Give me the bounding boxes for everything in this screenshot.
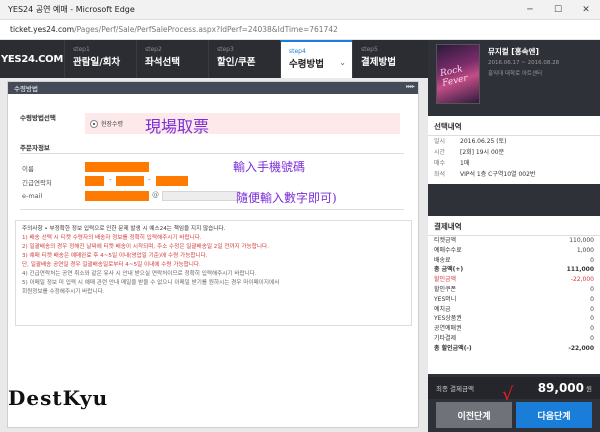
step-label: 관람일/회차 xyxy=(73,57,121,68)
receive-method-label: 수령방법선택 xyxy=(20,114,56,122)
notice-line: 회원정보를 수정해주시기 바랍니다. xyxy=(22,289,105,295)
name-label: 이름 xyxy=(22,165,34,173)
email-domain-field[interactable] xyxy=(162,191,240,201)
order-summary: Rock Fever 뮤지컬 [홍속엔] 2016.06.17 ~ 2016.0… xyxy=(428,40,600,432)
selection-row: 매수 1매 xyxy=(434,160,470,167)
payment-row: 할인금액 -22,000 xyxy=(434,276,594,284)
minimize-icon[interactable]: ─ xyxy=(516,0,544,20)
panel-header: 수령방법 ▸▸▸▸ xyxy=(8,82,418,94)
address-bar[interactable]: ticket.yes24.com/Pages/Perf/Sale/PerfSal… xyxy=(0,20,600,40)
step-3-tab[interactable]: step3 할인/쿠폰 xyxy=(208,40,280,78)
payment-row: 할인쿠폰 0 xyxy=(434,285,594,293)
window-titlebar: YES24 공연 예매 - Microsoft Edge ─ ☐ ✕ xyxy=(0,0,600,20)
payment-row: YES머니 0 xyxy=(434,295,594,303)
show-title: 뮤지컬 [홍속엔] xyxy=(488,47,539,56)
divider xyxy=(20,153,404,154)
url-host: ticket.yes24.com xyxy=(10,25,75,34)
yes24-logo[interactable]: YES24.COM xyxy=(0,40,64,78)
watermark: DestKyu xyxy=(8,386,109,410)
orderer-info-label: 주문자정보 xyxy=(20,144,50,152)
notice-line: 1) 배송 선택 시 티켓 수령자의 배송자 정보를 정확히 입력해주시기 바랍… xyxy=(22,235,202,241)
annotation-pickup: 現場取票 xyxy=(145,117,210,136)
poster-title: Rock Fever xyxy=(439,64,469,89)
payment-row: 배송료 0 xyxy=(434,256,594,264)
payment-row: 공연예매권 0 xyxy=(434,325,594,333)
chevron-down-icon: ⌄ xyxy=(339,58,346,67)
payment-row: 티켓금액 110,000 xyxy=(434,237,594,244)
panel-title: 수령방법 xyxy=(14,85,38,93)
payment-row: 총 할인금액(-) -22,000 xyxy=(434,344,594,352)
show-venue: 홍익대 대학로 아트센터 xyxy=(488,71,543,77)
dash: - xyxy=(109,176,112,184)
final-amount-bar: 최종 결제금액 89,000 원 xyxy=(428,377,600,399)
receive-option-label: 현장수령 xyxy=(101,121,124,128)
close-icon[interactable]: ✕ xyxy=(572,0,600,20)
annotation-phone: 輸入手機號碼 xyxy=(233,160,306,174)
selection-row: 좌석 VIP석 1층 C구역10열 002번 xyxy=(434,171,536,178)
final-amount: 89,000 xyxy=(537,381,585,395)
notice-line: 3) 예매 티켓 배송은 예매완료 후 4~5일 이내(영업일 기준)에 수령 … xyxy=(22,253,208,259)
step-label: 할인/쿠폰 xyxy=(217,57,256,68)
final-amount-label: 최종 결제금액 xyxy=(436,385,474,393)
payment-block: 결제내역 티켓금액 110,000 예매수수료 1,000 배송료 0 총 금액(+)… xyxy=(428,216,600,374)
selection-row: 일시 2016.06.25 (토) xyxy=(434,138,507,145)
radio-button[interactable] xyxy=(90,119,98,128)
window-title: YES24 공연 예매 - Microsoft Edge xyxy=(8,5,135,14)
notice-line: 주의사항 • 부정확한 정보 입력으로 인한 문제 발생 시 예스24는 책임을… xyxy=(22,226,226,232)
checkmark-annotation: √ xyxy=(502,384,514,405)
name-field[interactable] xyxy=(85,162,149,172)
maximize-icon[interactable]: ☐ xyxy=(544,0,572,20)
phone-label: 긴급연락처 xyxy=(22,179,52,187)
step-1-tab[interactable]: step1 관람일/회차 xyxy=(64,40,136,78)
payment-row: 예치금 0 xyxy=(434,305,594,313)
notice-line: 4) 긴급연락처는 공연 취소와 같은 유사 시 안내 받으실 연락처이므로 정… xyxy=(22,271,257,277)
step-4-tab[interactable]: step4 수령방법 ⌄ xyxy=(280,40,352,78)
step-label: 좌석선택 xyxy=(145,57,180,68)
step-number: step4 xyxy=(289,48,306,55)
currency-unit: 원 xyxy=(586,385,592,393)
show-dates: 2016.06.17 ~ 2016.08.28 xyxy=(488,60,560,66)
payment-row: YES상품권 0 xyxy=(434,315,594,323)
payment-row: 기타결제 0 xyxy=(434,334,594,342)
selection-block: 선택내역 일시 2016.06.25 (토) 시간 [2회] 19시 00분 매수 1… xyxy=(428,116,600,184)
receive-option-row[interactable]: 현장수령 xyxy=(85,113,400,134)
divider xyxy=(20,209,404,210)
step-number: step1 xyxy=(73,46,90,53)
url-path: /Pages/Perf/Sale/PerfSaleProcess.aspx?Id… xyxy=(74,25,338,34)
annotation-random: 隨便輸入數字即可) xyxy=(236,191,337,205)
step-2-tab[interactable]: step2 좌석선택 xyxy=(136,40,208,78)
notice-line: 2) 일괄배송의 경우 정해진 날짜에 티켓 배송이 시작되며, 주소 수정은 … xyxy=(22,244,269,250)
step-navigation: YES24.COM step1 관람일/회차 step2 좌석선택 step3 … xyxy=(0,40,428,78)
notice-line: 5) 이메일 정보 미 입력 시 예매 관련 안내 메일을 받을 수 없으니 이… xyxy=(22,280,280,286)
step-number: step2 xyxy=(145,46,162,53)
payment-row: 총 금액(+) 111,000 xyxy=(434,266,594,274)
dash: - xyxy=(148,176,151,184)
email-id-field[interactable] xyxy=(85,191,149,201)
phone-field-1[interactable] xyxy=(85,176,104,186)
email-label: e-mail xyxy=(22,192,43,200)
step-5-tab[interactable]: step5 결제방법 xyxy=(352,40,428,78)
at-icon: @ xyxy=(152,191,159,199)
receive-method-panel: 수령방법 ▸▸▸▸ 수령방법선택 현장수령 現場取票 주문자정보 이름 輸入手機… xyxy=(7,81,419,428)
payment-row: 예매수수료 1,000 xyxy=(434,246,594,254)
selection-row: 시간 [2회] 19시 00분 xyxy=(434,149,505,156)
next-step-button[interactable]: 다음단계 xyxy=(516,402,592,428)
selection-title: 선택내역 xyxy=(428,116,600,136)
arrows-icon: ▸▸▸▸ xyxy=(405,83,415,90)
step-number: step3 xyxy=(217,46,234,53)
show-poster: Rock Fever xyxy=(436,44,480,104)
prev-step-button[interactable]: 이전단계 xyxy=(436,402,512,428)
phone-field-2[interactable] xyxy=(116,176,144,186)
notice-box: 주의사항 • 부정확한 정보 입력으로 인한 문제 발생 시 예스24는 책임을… xyxy=(15,220,412,326)
payment-title: 결제내역 xyxy=(428,216,600,236)
phone-field-3[interactable] xyxy=(156,176,188,186)
step-number: step5 xyxy=(361,46,378,53)
main-content: 수령방법 ▸▸▸▸ 수령방법선택 현장수령 現場取票 주문자정보 이름 輸入手機… xyxy=(0,78,428,432)
step-label: 결제방법 xyxy=(361,57,396,68)
notice-line: 단, 일괄배송 공연일 경우 일괄배송일로부터 4~5일 이내에 수령 가능합니… xyxy=(22,262,201,268)
